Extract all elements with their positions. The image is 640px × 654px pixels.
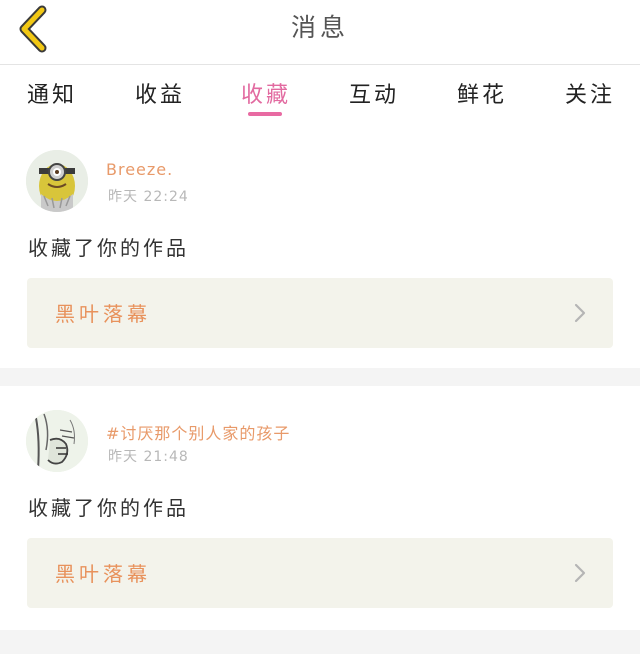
- section-divider: [0, 368, 640, 386]
- message-card: Breeze. 昨天 22:24 收藏了你的作品 黑叶落幕: [0, 124, 640, 368]
- sketch-avatar-icon: [26, 410, 88, 472]
- username[interactable]: #讨厌那个别人家的孩子: [106, 420, 290, 444]
- chevron-right-icon: [574, 303, 586, 323]
- timestamp: 昨天 21:48: [108, 449, 189, 465]
- tab-favorites[interactable]: 收藏: [216, 77, 316, 117]
- avatar[interactable]: [26, 410, 88, 472]
- timestamp: 昨天 22:24: [108, 189, 189, 205]
- work-title: 黑叶落幕: [55, 562, 151, 586]
- tab-earnings[interactable]: 收益: [110, 77, 210, 117]
- action-text: 收藏了你的作品: [28, 236, 189, 260]
- work-title: 黑叶落幕: [55, 302, 151, 326]
- message-card: #讨厌那个别人家的孩子 昨天 21:48 收藏了你的作品 黑叶落幕: [0, 386, 640, 630]
- username[interactable]: Breeze.: [106, 160, 173, 179]
- page-title: 消息: [290, 13, 349, 42]
- tab-notifications[interactable]: 通知: [2, 77, 102, 117]
- section-divider: [0, 630, 640, 654]
- tab-bar: 通知 收益 收藏 互动 鲜花 关注: [0, 65, 640, 122]
- chevron-right-icon: [574, 563, 586, 583]
- action-text: 收藏了你的作品: [28, 496, 189, 520]
- avatar[interactable]: [26, 150, 88, 212]
- active-tab-indicator: [248, 112, 282, 116]
- tab-follows[interactable]: 关注: [540, 77, 640, 117]
- work-link[interactable]: 黑叶落幕: [27, 278, 613, 348]
- tab-flowers[interactable]: 鲜花: [432, 77, 532, 117]
- tab-interactions[interactable]: 互动: [324, 77, 424, 117]
- minion-avatar-icon: [26, 150, 88, 212]
- top-bar: 消息: [0, 0, 640, 62]
- work-link[interactable]: 黑叶落幕: [27, 538, 613, 608]
